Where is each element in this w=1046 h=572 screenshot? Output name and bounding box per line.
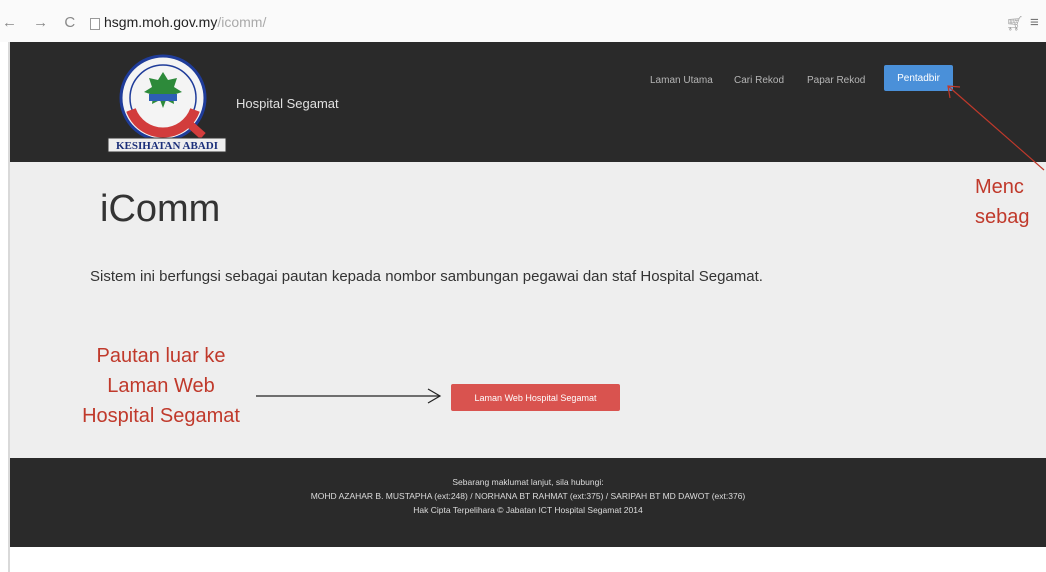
annotation-line: Hospital Segamat — [82, 405, 240, 427]
page-description: Sistem ini berfungsi sebagai pautan kepa… — [90, 268, 763, 285]
menu-icon[interactable]: ≡ — [1030, 14, 1039, 31]
annotation-admin: Menc sebag — [975, 172, 1046, 232]
site-footer: Sebarang maklumat lanjut, sila hubungi: … — [10, 458, 1046, 547]
footer-contacts: MOHD AZAHAR B. MUSTAPHA (ext:248) / NORH… — [310, 491, 746, 501]
url-path: /icomm/ — [217, 14, 267, 30]
logo-text: KESIHATAN ABADI — [116, 140, 218, 152]
site-header: KESIHATAN ABADI Hospital Segamat Laman U… — [10, 42, 1046, 162]
annotation-line: Pautan luar ke — [96, 345, 226, 367]
brand-name[interactable]: Hospital Segamat — [236, 96, 339, 111]
page-title: iComm — [100, 188, 221, 230]
hospital-website-button[interactable]: Laman Web Hospital Segamat — [451, 384, 620, 411]
page-icon — [90, 18, 100, 30]
nav-laman-utama[interactable]: Laman Utama — [650, 75, 713, 86]
footer-copyright: Hak Cipta Terpelihara © Jabatan ICT Hosp… — [413, 505, 643, 515]
browser-toolbar: ← → C hsgm.moh.gov.my/icomm/ 🛒︎ ≡ — [0, 0, 1046, 42]
footer-contact-intro: Sebarang maklumat lanjut, sila hubungi: — [452, 477, 604, 487]
annotation-external-link: Pautan luar ke Laman Web Hospital Segama… — [48, 341, 274, 431]
hospital-logo[interactable]: KESIHATAN ABADI — [105, 50, 231, 154]
annotation-line: Laman Web — [107, 375, 215, 397]
browser-nav-icons[interactable]: ← → C — [2, 14, 81, 31]
annotation-line: Menc — [975, 176, 1024, 198]
address-bar[interactable]: hsgm.moh.gov.my/icomm/ — [104, 14, 266, 30]
url-host: hsgm.moh.gov.my — [104, 14, 218, 30]
nav-cari-rekod[interactable]: Cari Rekod — [734, 75, 784, 86]
nav-papar-rekod[interactable]: Papar Rekod — [807, 75, 865, 86]
admin-button[interactable]: Pentadbir — [884, 65, 953, 91]
annotation-line: sebag — [975, 206, 1030, 228]
cart-icon[interactable]: 🛒︎ — [1006, 15, 1024, 32]
